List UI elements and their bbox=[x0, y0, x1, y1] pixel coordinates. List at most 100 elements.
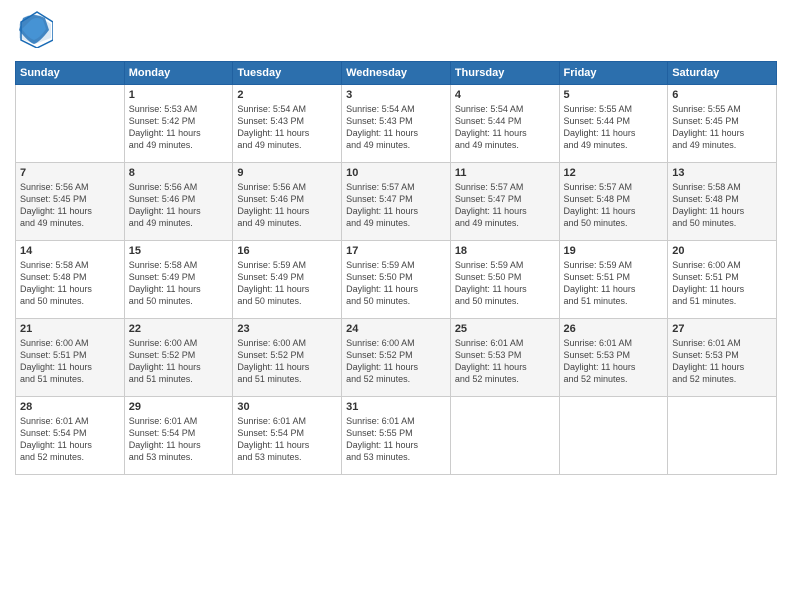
day-info: Sunrise: 5:59 AM Sunset: 5:50 PM Dayligh… bbox=[346, 259, 446, 308]
calendar-week-row: 7Sunrise: 5:56 AM Sunset: 5:45 PM Daylig… bbox=[16, 163, 777, 241]
day-number: 15 bbox=[129, 245, 229, 257]
calendar-cell: 1 Sunrise: 5:53 AM Sunset: 5:42 PM Daylig… bbox=[124, 85, 233, 163]
calendar-cell: 9 Sunrise: 5:56 AM Sunset: 5:46 PM Daylig… bbox=[233, 163, 342, 241]
calendar-week-row: 14 Sunrise: 5:58 AM Sunset: 5:48 PM Dayli… bbox=[16, 241, 777, 319]
weekday-header-sunday: Sunday bbox=[16, 62, 125, 85]
weekday-header-monday: Monday bbox=[124, 62, 233, 85]
day-info: Sunrise: 6:01 AM Sunset: 5:53 PM Dayligh… bbox=[455, 337, 555, 386]
calendar-body: 1 Sunrise: 5:53 AM Sunset: 5:42 PM Daylig… bbox=[16, 85, 777, 475]
page: SundayMondayTuesdayWednesdayThursdayFrid… bbox=[0, 0, 792, 612]
day-info: Sunrise: 6:00 AM Sunset: 5:52 PM Dayligh… bbox=[237, 337, 337, 386]
day-info: Sunrise: 5:55 AM Sunset: 5:44 PM Dayligh… bbox=[564, 103, 664, 152]
day-number: 26 bbox=[564, 323, 664, 335]
day-info: Sunrise: 5:58 AM Sunset: 5:48 PM Dayligh… bbox=[672, 181, 772, 230]
day-number: 31 bbox=[346, 401, 446, 413]
day-number: 4 bbox=[455, 89, 555, 101]
calendar-cell: 13 Sunrise: 5:58 AM Sunset: 5:48 PM Dayli… bbox=[668, 163, 777, 241]
day-number: 20 bbox=[672, 245, 772, 257]
day-number: 23 bbox=[237, 323, 337, 335]
weekday-header-row: SundayMondayTuesdayWednesdayThursdayFrid… bbox=[16, 62, 777, 85]
calendar-cell: 21 Sunrise: 6:00 AM Sunset: 5:51 PM Dayli… bbox=[16, 319, 125, 397]
header bbox=[15, 10, 777, 53]
calendar-cell: 15 Sunrise: 5:58 AM Sunset: 5:49 PM Dayli… bbox=[124, 241, 233, 319]
day-info: Sunrise: 6:01 AM Sunset: 5:54 PM Dayligh… bbox=[237, 415, 337, 464]
calendar-cell: 28 Sunrise: 6:01 AM Sunset: 5:54 PM Dayli… bbox=[16, 397, 125, 475]
calendar-cell: 10Sunrise: 5:57 AM Sunset: 5:47 PM Dayli… bbox=[342, 163, 451, 241]
day-number: 27 bbox=[672, 323, 772, 335]
day-info: Sunrise: 5:53 AM Sunset: 5:42 PM Dayligh… bbox=[129, 103, 229, 152]
logo bbox=[15, 10, 57, 53]
calendar-cell: 23 Sunrise: 6:00 AM Sunset: 5:52 PM Dayli… bbox=[233, 319, 342, 397]
calendar-cell bbox=[668, 397, 777, 475]
day-number: 25 bbox=[455, 323, 555, 335]
calendar-cell: 18 Sunrise: 5:59 AM Sunset: 5:50 PM Dayli… bbox=[450, 241, 559, 319]
day-info: Sunrise: 6:00 AM Sunset: 5:52 PM Dayligh… bbox=[346, 337, 446, 386]
day-number: 14 bbox=[20, 245, 120, 257]
day-number: 19 bbox=[564, 245, 664, 257]
calendar-cell: 29Sunrise: 6:01 AM Sunset: 5:54 PM Dayli… bbox=[124, 397, 233, 475]
day-info: Sunrise: 6:00 AM Sunset: 5:51 PM Dayligh… bbox=[672, 259, 772, 308]
calendar-cell: 31 Sunrise: 6:01 AM Sunset: 5:55 PM Dayli… bbox=[342, 397, 451, 475]
day-info: Sunrise: 5:57 AM Sunset: 5:48 PM Dayligh… bbox=[564, 181, 664, 230]
day-number: 2 bbox=[237, 89, 337, 101]
calendar-cell: 8Sunrise: 5:56 AM Sunset: 5:46 PM Daylig… bbox=[124, 163, 233, 241]
calendar-cell: 5 Sunrise: 5:55 AM Sunset: 5:44 PM Daylig… bbox=[559, 85, 668, 163]
day-info: Sunrise: 5:59 AM Sunset: 5:51 PM Dayligh… bbox=[564, 259, 664, 308]
calendar-cell: 27 Sunrise: 6:01 AM Sunset: 5:53 PM Dayli… bbox=[668, 319, 777, 397]
day-info: Sunrise: 5:58 AM Sunset: 5:48 PM Dayligh… bbox=[20, 259, 120, 308]
day-number: 30 bbox=[237, 401, 337, 413]
calendar-cell: 4 Sunrise: 5:54 AM Sunset: 5:44 PM Daylig… bbox=[450, 85, 559, 163]
calendar-cell: 6Sunrise: 5:55 AM Sunset: 5:45 PM Daylig… bbox=[668, 85, 777, 163]
calendar-cell: 16 Sunrise: 5:59 AM Sunset: 5:49 PM Dayli… bbox=[233, 241, 342, 319]
calendar-cell bbox=[450, 397, 559, 475]
weekday-header-thursday: Thursday bbox=[450, 62, 559, 85]
day-info: Sunrise: 5:56 AM Sunset: 5:46 PM Dayligh… bbox=[237, 181, 337, 230]
day-number: 13 bbox=[672, 167, 772, 179]
day-info: Sunrise: 6:01 AM Sunset: 5:54 PM Dayligh… bbox=[129, 415, 229, 464]
calendar-cell: 19 Sunrise: 5:59 AM Sunset: 5:51 PM Dayli… bbox=[559, 241, 668, 319]
calendar-cell: 12Sunrise: 5:57 AM Sunset: 5:48 PM Dayli… bbox=[559, 163, 668, 241]
day-number: 5 bbox=[564, 89, 664, 101]
day-info: Sunrise: 6:01 AM Sunset: 5:53 PM Dayligh… bbox=[564, 337, 664, 386]
calendar-cell: 25 Sunrise: 6:01 AM Sunset: 5:53 PM Dayli… bbox=[450, 319, 559, 397]
day-info: Sunrise: 6:00 AM Sunset: 5:52 PM Dayligh… bbox=[129, 337, 229, 386]
day-info: Sunrise: 6:01 AM Sunset: 5:55 PM Dayligh… bbox=[346, 415, 446, 464]
day-number: 24 bbox=[346, 323, 446, 335]
day-info: Sunrise: 5:54 AM Sunset: 5:43 PM Dayligh… bbox=[237, 103, 337, 152]
calendar-week-row: 21 Sunrise: 6:00 AM Sunset: 5:51 PM Dayli… bbox=[16, 319, 777, 397]
day-info: Sunrise: 6:01 AM Sunset: 5:53 PM Dayligh… bbox=[672, 337, 772, 386]
day-info: Sunrise: 6:00 AM Sunset: 5:51 PM Dayligh… bbox=[20, 337, 120, 386]
calendar-cell: 14 Sunrise: 5:58 AM Sunset: 5:48 PM Dayli… bbox=[16, 241, 125, 319]
day-info: Sunrise: 6:01 AM Sunset: 5:54 PM Dayligh… bbox=[20, 415, 120, 464]
day-number: 21 bbox=[20, 323, 120, 335]
day-number: 28 bbox=[20, 401, 120, 413]
calendar-table: SundayMondayTuesdayWednesdayThursdayFrid… bbox=[15, 61, 777, 475]
weekday-header-saturday: Saturday bbox=[668, 62, 777, 85]
calendar-week-row: 28 Sunrise: 6:01 AM Sunset: 5:54 PM Dayli… bbox=[16, 397, 777, 475]
weekday-header-friday: Friday bbox=[559, 62, 668, 85]
day-number: 22 bbox=[129, 323, 229, 335]
day-number: 11 bbox=[455, 167, 555, 179]
day-info: Sunrise: 5:58 AM Sunset: 5:49 PM Dayligh… bbox=[129, 259, 229, 308]
day-number: 17 bbox=[346, 245, 446, 257]
day-number: 1 bbox=[129, 89, 229, 101]
day-info: Sunrise: 5:55 AM Sunset: 5:45 PM Dayligh… bbox=[672, 103, 772, 152]
day-number: 18 bbox=[455, 245, 555, 257]
day-info: Sunrise: 5:57 AM Sunset: 5:47 PM Dayligh… bbox=[455, 181, 555, 230]
calendar-cell: 26 Sunrise: 6:01 AM Sunset: 5:53 PM Dayli… bbox=[559, 319, 668, 397]
weekday-header-wednesday: Wednesday bbox=[342, 62, 451, 85]
calendar-cell: 11 Sunrise: 5:57 AM Sunset: 5:47 PM Dayli… bbox=[450, 163, 559, 241]
calendar-cell: 3Sunrise: 5:54 AM Sunset: 5:43 PM Daylig… bbox=[342, 85, 451, 163]
day-info: Sunrise: 5:59 AM Sunset: 5:49 PM Dayligh… bbox=[237, 259, 337, 308]
weekday-header-tuesday: Tuesday bbox=[233, 62, 342, 85]
calendar-cell: 30 Sunrise: 6:01 AM Sunset: 5:54 PM Dayli… bbox=[233, 397, 342, 475]
calendar-cell: 24 Sunrise: 6:00 AM Sunset: 5:52 PM Dayli… bbox=[342, 319, 451, 397]
day-info: Sunrise: 5:54 AM Sunset: 5:44 PM Dayligh… bbox=[455, 103, 555, 152]
calendar-cell bbox=[559, 397, 668, 475]
day-number: 9 bbox=[237, 167, 337, 179]
day-number: 8 bbox=[129, 167, 229, 179]
day-info: Sunrise: 5:59 AM Sunset: 5:50 PM Dayligh… bbox=[455, 259, 555, 308]
calendar-cell: 17 Sunrise: 5:59 AM Sunset: 5:50 PM Dayli… bbox=[342, 241, 451, 319]
day-number: 16 bbox=[237, 245, 337, 257]
day-info: Sunrise: 5:57 AM Sunset: 5:47 PM Dayligh… bbox=[346, 181, 446, 230]
